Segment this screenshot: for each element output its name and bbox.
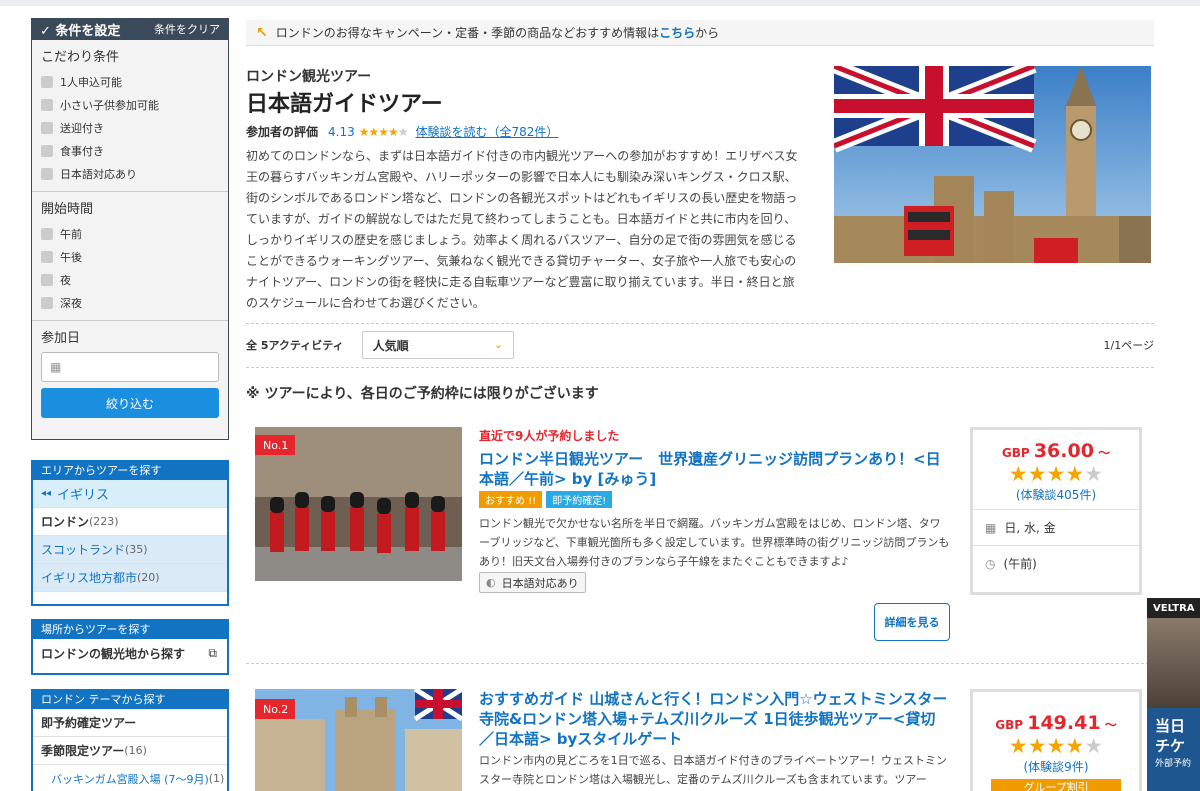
area-box: エリアからツアーを探す ◂◂ イギリス ロンドン (223) スコットランド (35)…: [31, 460, 229, 606]
campaign-banner: ↖ ロンドンのお得なキャンペーン・定番・季節の商品などおすすめ情報は こちら か…: [246, 20, 1154, 46]
checkbox-icon: [41, 121, 53, 134]
checkbox-afternoon[interactable]: 午後: [41, 245, 219, 268]
chevron-down-icon: ⌄: [494, 339, 503, 351]
tour-title[interactable]: ロンドン半日観光ツアー 世界遺産グリニッジ訪問プランあり！<日本語／午前> by…: [479, 449, 949, 489]
detail-button[interactable]: 詳細を見る: [874, 603, 950, 641]
rating-stars: ★★★★★: [1008, 462, 1104, 486]
checkbox-icon: [41, 167, 53, 180]
rating-stars: ★★★★★: [358, 124, 409, 139]
price-value: 36.00: [1033, 440, 1094, 462]
checkbox-morning[interactable]: 午前: [41, 222, 219, 245]
checkbox-japanese[interactable]: 日本語対応あり: [41, 162, 219, 185]
rank-badge: No.2: [255, 699, 295, 719]
checkbox-evening[interactable]: 夜: [41, 268, 219, 291]
tour-card: No.2 おすすめガイド 山城さんと行く！ロンドン入門☆ウェストミンスター寺院&…: [246, 689, 1154, 791]
page: ✓ 条件を設定 条件をクリア こだわり条件 1人申込可能 小さい子供参加可能 送…: [0, 0, 1200, 791]
calendar-icon: ▦: [985, 520, 997, 535]
theme-item-seasonal[interactable]: 季節限定ツアー (16): [33, 737, 227, 765]
clear-filter-button[interactable]: 条件をクリア: [154, 21, 220, 37]
filter-panel: ✓ 条件を設定 条件をクリア こだわり条件 1人申込可能 小さい子供参加可能 送…: [31, 18, 229, 440]
price-box: GBP 36.00 〜 ★★★★★ (体験談405件) ▦ 日, 水, 金 ◷ (午…: [970, 427, 1142, 595]
arrow-icon: ↖: [256, 24, 268, 41]
globe-icon: ◐: [486, 576, 496, 589]
schedule-time: ◷ (午前): [973, 545, 1139, 581]
area-item-london[interactable]: ロンドン (223): [33, 508, 227, 536]
schedule-days: ▦ 日, 水, 金: [973, 509, 1139, 545]
tour-description: ロンドン市内の見どころを1日で巡る、日本語ガイド付きのプライベートツアー！ウェス…: [479, 754, 948, 786]
tour-image[interactable]: No.2: [255, 689, 462, 791]
filter-title: ✓ 条件を設定: [40, 23, 121, 39]
booking-notice: ※ ツアーにより、各日のご予約枠には限りがございます: [246, 386, 599, 402]
page-description: 初めてのロンドンなら、まずは日本語ガイド付きの市内観光ツアーへの参加がおすすめ！…: [246, 149, 798, 310]
rating-stars: ★★★★★: [1008, 734, 1104, 758]
filter-section-features: こだわり条件 1人申込可能 小さい子供参加可能 送迎付き 食事付き 日本語対応あ…: [32, 40, 228, 192]
ad-image: [1147, 618, 1200, 708]
side-ad[interactable]: VELTRA 当日 チケ 外部予約: [1147, 598, 1200, 791]
calendar-icon: ▦: [50, 360, 62, 374]
theme-item-instant[interactable]: 即予約確定ツアー: [33, 709, 227, 737]
checkbox-icon: [41, 144, 53, 157]
clock-icon: ◷: [985, 556, 996, 571]
ad-brand: VELTRA: [1147, 598, 1200, 618]
group-discount-badge: グループ割引: [991, 779, 1121, 791]
place-box: 場所からツアーを探す ロンドンの観光地から探す ⧉: [31, 619, 229, 675]
sort-bar: 全 5アクティビティ 人気順 ⌄ 1/1ページ: [246, 331, 1154, 359]
tour-image[interactable]: No.1: [255, 427, 462, 581]
checkbox-kids[interactable]: 小さい子供参加可能: [41, 93, 219, 116]
campaign-link[interactable]: こちら: [659, 24, 695, 41]
date-input[interactable]: ▦: [41, 352, 219, 382]
checkbox-solo[interactable]: 1人申込可能: [41, 70, 219, 93]
popup-icon: ⧉: [208, 645, 217, 660]
filter-section-date: 参加日 ▦ 絞り込む: [32, 321, 228, 424]
checkbox-icon: [41, 296, 53, 309]
area-item-scotland[interactable]: スコットランド (35): [33, 536, 227, 564]
back-icon: ◂◂: [41, 488, 52, 499]
tag-instant: 即予約確定!: [546, 491, 613, 508]
page-title: 日本語ガイドツアー: [246, 92, 443, 117]
tag-recommended: おすすめ !!: [479, 491, 543, 508]
japanese-badge: ◐ 日本語対応あり: [479, 572, 586, 593]
checkbox-icon: [41, 98, 53, 111]
apply-filter-button[interactable]: 絞り込む: [41, 388, 219, 418]
rank-badge: No.1: [255, 435, 295, 455]
hero-image: [834, 66, 1151, 263]
checkbox-icon: [41, 75, 53, 88]
place-item[interactable]: ロンドンの観光地から探す ⧉: [33, 639, 227, 667]
reviews-link[interactable]: 体験談を読む（全782件）: [416, 123, 559, 140]
booking-alert: 直近で9人が予約しました: [479, 429, 620, 443]
area-item-regional[interactable]: イギリス地方都市 (20): [33, 564, 227, 592]
checkbox-icon: [41, 250, 53, 263]
price-value: 149.41: [1027, 712, 1101, 734]
tour-title[interactable]: おすすめガイド 山城さんと行く！ロンドン入門☆ウェストミンスター寺院&ロンドン塔…: [479, 689, 949, 749]
page-indicator: 1/1ページ: [1103, 339, 1154, 352]
review-count[interactable]: (体験談405件): [973, 486, 1139, 503]
theme-item-palace[interactable]: バッキンガム宮殿入場 (7〜9月) (1): [33, 765, 227, 791]
price-box: GBP 149.41 〜 ★★★★★ (体験談9件) グループ割引: [970, 689, 1142, 791]
checkbox-pickup[interactable]: 送迎付き: [41, 116, 219, 139]
theme-box: ロンドン テーマから探す 即予約確定ツアー 季節限定ツアー (16) バッキンガム…: [31, 689, 229, 791]
tour-card: No.1 直近で9人が予約しました ロンドン半日観光ツアー 世界遺産グリニッジ訪…: [246, 427, 1154, 657]
page-subtitle: ロンドン観光ツアー: [246, 69, 372, 85]
tour-description: ロンドン観光で欠かせない名所を半日で網羅。バッキンガム宮殿をはじめ、ロンドン塔、…: [479, 517, 950, 568]
activity-count: 全 5アクティビティ: [246, 339, 344, 352]
checkbox-icon: [41, 227, 53, 240]
sort-select[interactable]: 人気順 ⌄: [361, 331, 514, 359]
checkbox-meal[interactable]: 食事付き: [41, 139, 219, 162]
checkbox-icon: [41, 273, 53, 286]
overall-rating: 参加者の評価 4.13 ★★★★★ 体験談を読む（全782件）: [246, 123, 559, 140]
filter-section-time: 開始時間 午前 午後 夜 深夜: [32, 192, 228, 321]
checkbox-latenight[interactable]: 深夜: [41, 291, 219, 314]
review-count[interactable]: (体験談9件): [973, 758, 1139, 775]
area-current[interactable]: ◂◂ イギリス: [33, 480, 227, 508]
